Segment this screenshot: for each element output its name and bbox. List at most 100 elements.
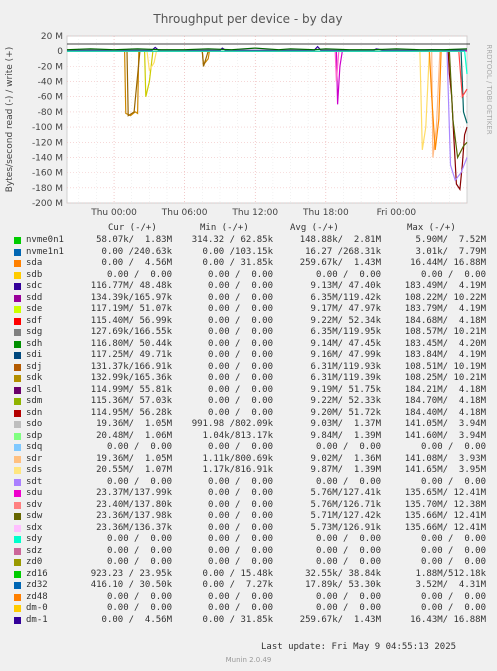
legend-min: 0.00 / 0.00: [207, 327, 273, 337]
legend-min: 0.00 / 0.00: [207, 269, 273, 280]
x-tick-label: Fri 00:00: [377, 208, 417, 218]
legend-max: 0.00 / 0.00: [420, 545, 486, 556]
legend-swatch: [14, 363, 21, 371]
legend-name: sdm: [26, 396, 43, 406]
legend-avg: 259.67k/ 1.43M: [299, 614, 381, 625]
legend-cur: 923.23 / 23.95k: [90, 568, 172, 579]
legend-swatch: [14, 513, 21, 520]
legend-swatch: [14, 524, 21, 532]
legend-avg: 0.00 / 0.00: [315, 603, 381, 613]
legend-name: sdo: [26, 419, 43, 429]
legend-min: 0.00 / 0.00: [207, 603, 273, 613]
legend-cur: 20.55M/ 1.07M: [96, 465, 172, 475]
legend-name: sdv: [26, 499, 43, 510]
legend-avg: 5.76M/127.41k: [310, 488, 381, 498]
legend-swatch: [14, 352, 21, 359]
legend-swatch: [14, 501, 21, 509]
legend-min: 1.17k/816.91k: [202, 465, 273, 475]
legend-name: zd16: [26, 568, 48, 579]
legend-max: 0.00 / 0.00: [420, 591, 486, 602]
legend-cur: 416.10 / 30.50k: [90, 580, 172, 590]
legend-avg: 0.00 / 0.00: [315, 557, 381, 567]
legend-row: sdx 23.36M/136.37k 0.00 / 0.00 5.73M/126.91…: [0, 523, 497, 534]
legend-swatch: [14, 559, 21, 566]
legend-max: 184.21M/ 4.18M: [404, 384, 486, 395]
legend-swatch: [14, 329, 21, 336]
legend-min: 0.00 / 0.00: [207, 304, 273, 314]
legend-min: 0.00 / 15.48k: [202, 568, 273, 579]
y-tick-label: -60 M: [38, 93, 63, 103]
legend-row: dm-0 0.00 / 0.00 0.00 / 0.00 0.00 / 0.00 0.0…: [0, 603, 497, 614]
legend-min: 1.11k/800.69k: [202, 453, 273, 464]
legend-max: 16.44M/ 16.88M: [410, 258, 486, 268]
legend-swatch: [14, 547, 21, 555]
legend-row: sdr 19.36M/ 1.05M 1.11k/800.69k 9.02M/ 1.36…: [0, 454, 497, 465]
legend-max: 135.66M/ 12.41M: [404, 511, 486, 521]
legend-max: 108.51M/ 10.19M: [404, 361, 486, 372]
legend-swatch: [14, 409, 21, 417]
legend-swatch: [14, 294, 21, 302]
legend-row: sdp 20.48M/ 1.06M 1.04k/813.17k 9.84M/ 1.39…: [0, 431, 497, 442]
legend-cur: 0.00 / 0.00: [106, 545, 172, 556]
legend-swatch: [14, 605, 21, 612]
header-avg: Avg (-/+): [290, 223, 339, 233]
y-axis-label: Bytes/second read (-) / write (+): [5, 47, 15, 192]
legend-row: nvme0n1 58.07k/ 1.83M 314.32 / 62.85k 148.8…: [0, 235, 497, 246]
legend-min: 0.00 / 0.00: [207, 373, 273, 383]
legend-cur: 19.36M/ 1.05M: [96, 419, 172, 429]
legend-min: 0.00 / 0.00: [207, 361, 273, 372]
legend-name: dm-0: [26, 603, 48, 613]
legend-avg: 32.55k/ 38.84k: [305, 568, 381, 579]
legend-swatch: [14, 271, 21, 279]
legend-row: sdy 0.00 / 0.00 0.00 / 0.00 0.00 / 0.00 0.00…: [0, 534, 497, 545]
legend-max: 108.22M/ 10.22M: [404, 292, 486, 303]
legend-swatch: [14, 616, 21, 624]
legend-row: sde 117.19M/ 51.07k 0.00 / 0.00 9.17M/ 47.9…: [0, 304, 497, 315]
legend-min: 0.00 / 0.00: [207, 384, 273, 395]
legend-row: sds 20.55M/ 1.07M 1.17k/816.91k 9.87M/ 1.39…: [0, 465, 497, 476]
legend-min: 0.00 / 0.00: [207, 442, 273, 452]
munin-version: Munin 2.0.49: [225, 656, 272, 664]
legend-swatch: [14, 444, 21, 451]
y-tick-label: -120 M: [32, 138, 63, 148]
legend-row: sdj 131.37k/166.91k 0.00 / 0.00 6.31M/119.9…: [0, 362, 497, 373]
legend-avg: 16.27 /268.31k: [305, 246, 381, 257]
legend-row: sdo 19.36M/ 1.05M 991.98 /802.09k 9.03M/ 1.…: [0, 419, 497, 430]
legend-max: 0.00 / 0.00: [420, 534, 486, 544]
legend-min: 0.00 / 0.00: [207, 522, 273, 533]
legend-avg: 0.00 / 0.00: [315, 476, 381, 487]
legend-avg: 148.88k/ 2.81M: [299, 235, 381, 245]
last-update: Last update: Fri May 9 04:55:13 2025: [261, 642, 457, 652]
legend-row: sdk 132.99k/165.36k 0.00 / 0.00 6.31M/119.3…: [0, 373, 497, 384]
legend-swatch: [14, 340, 21, 348]
legend-cur: 0.00 / 0.00: [106, 534, 172, 544]
legend-max: 108.57M/ 10.21M: [404, 327, 486, 337]
legend-name: sdi: [26, 350, 43, 360]
legend-max: 183.45M/ 4.20M: [404, 338, 486, 349]
legend-name: sdd: [26, 292, 43, 303]
legend-name: zd32: [26, 580, 48, 590]
legend-avg: 9.13M/ 47.40k: [310, 281, 381, 291]
legend-avg: 17.89k/ 53.30k: [305, 580, 381, 590]
legend-name: sdp: [26, 430, 43, 441]
legend-swatch: [14, 593, 21, 601]
legend-max: 183.84M/ 4.19M: [404, 350, 486, 360]
legend-avg: 6.35M/119.95k: [310, 327, 381, 337]
legend-max: 3.52M/ 4.31M: [415, 580, 486, 590]
legend-avg: 9.19M/ 51.75k: [310, 384, 381, 395]
legend-name: sdw: [26, 511, 43, 521]
legend-min: 0.00 / 0.00: [207, 281, 273, 291]
legend-swatch: [14, 398, 21, 405]
legend-cur: 0.00 / 0.00: [106, 476, 172, 487]
legend-swatch: [14, 260, 21, 267]
legend-max: 108.25M/ 10.21M: [404, 373, 486, 383]
legend-row: sdl 114.99M/ 55.81k 0.00 / 0.00 9.19M/ 51.7…: [0, 385, 497, 396]
legend-avg: 9.16M/ 47.99k: [310, 350, 381, 360]
legend-row: sdw 23.36M/137.98k 0.00 / 0.00 5.71M/127.42…: [0, 511, 497, 522]
legend-min: 0.00 / 0.00: [207, 350, 273, 360]
legend-name: sdx: [26, 522, 43, 533]
legend-name: dm-1: [26, 614, 48, 625]
legend-name: zd48: [26, 591, 48, 602]
legend-cur: 0.00 / 0.00: [106, 603, 172, 613]
legend-name: zd0: [26, 557, 43, 567]
